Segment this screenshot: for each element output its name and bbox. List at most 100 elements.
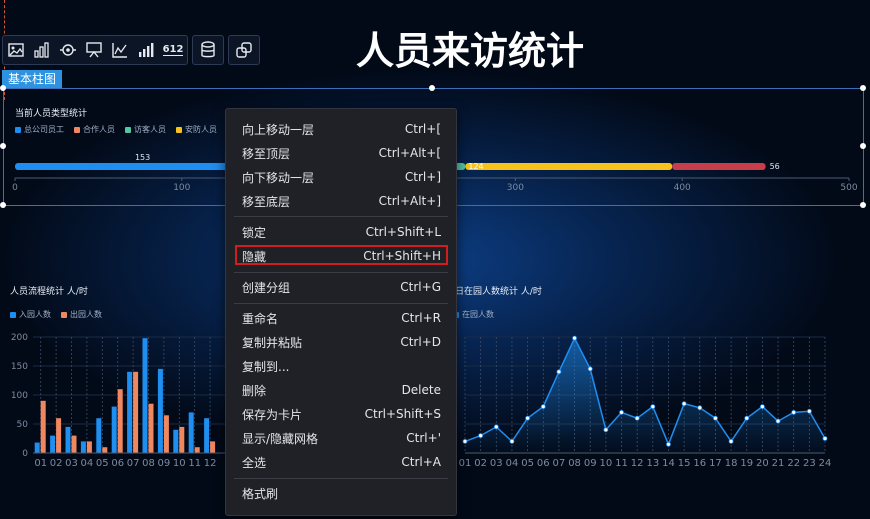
- bar: [157, 368, 163, 453]
- menu-item-shortcut: Ctrl+': [406, 431, 441, 445]
- x-tick-label: 24: [819, 458, 832, 469]
- data-point: [806, 408, 812, 414]
- x-tick-label: 12: [631, 458, 644, 469]
- left-chart-legend: 入园人数 出园人数: [10, 309, 112, 320]
- data-point: [556, 369, 562, 375]
- resize-handle-top[interactable]: [429, 85, 435, 91]
- menu-item-rename[interactable]: 重命名 Ctrl+R: [226, 307, 456, 329]
- legend-item[interactable]: 总公司员工: [15, 124, 64, 135]
- x-tick-label: 09: [158, 458, 171, 469]
- menu-item-save-as-card[interactable]: 保存为卡片 Ctrl+Shift+S: [226, 403, 456, 425]
- y-tick-label: 0: [22, 449, 28, 459]
- data-label: 56: [770, 162, 780, 171]
- x-tick-label: 11: [188, 458, 201, 469]
- menu-item-label: 锁定: [242, 225, 267, 240]
- resize-handle-top-left[interactable]: [0, 85, 6, 91]
- legend-item[interactable]: 出园人数: [61, 309, 102, 320]
- menu-item-lock[interactable]: 锁定 Ctrl+Shift+L: [226, 221, 456, 243]
- resize-handle-bottom-right[interactable]: [860, 202, 866, 208]
- legend-item[interactable]: 在园人数: [453, 309, 494, 320]
- x-tick-label: 20: [756, 458, 769, 469]
- legend-item[interactable]: 安防人员: [176, 124, 217, 135]
- data-point: [493, 424, 499, 430]
- x-tick-label: 02: [474, 458, 487, 469]
- x-tick-label: 0: [12, 183, 18, 193]
- x-tick-label: 02: [50, 458, 63, 469]
- bar: [56, 418, 62, 453]
- data-point: [572, 335, 577, 341]
- x-tick-label: 500: [840, 183, 857, 193]
- bar: [194, 447, 200, 453]
- left-grouped-bar-chart: 200 150 100 50 0 01 02 03 04 05 06 07 08 09 10 11 12: [11, 333, 240, 469]
- legend-item[interactable]: 入园人数: [10, 309, 51, 320]
- y-tick-label: 100: [11, 391, 28, 401]
- menu-item-duplicate[interactable]: 复制并粘贴 Ctrl+D: [226, 331, 456, 353]
- menu-item-label: 全选: [242, 455, 267, 470]
- right-line-chart: 01 02 03 04 05 06 07 08 09 10 11 12 13 14 15 16 17 18 19 20…: [459, 335, 832, 469]
- data-label: 153: [135, 153, 150, 162]
- data-label: 124: [468, 162, 483, 171]
- data-point: [697, 405, 703, 411]
- bar: [40, 400, 46, 453]
- menu-item-select-all[interactable]: 全选 Ctrl+A: [226, 451, 456, 473]
- legend-item[interactable]: 合作人员: [74, 124, 115, 135]
- menu-item-create-group[interactable]: 创建分组 Ctrl+G: [226, 276, 456, 298]
- resize-handle-top-right[interactable]: [860, 85, 866, 91]
- menu-item-shortcut: Ctrl+A: [401, 455, 441, 469]
- bar: [65, 426, 71, 453]
- menu-item-shortcut: Ctrl+Shift+S: [364, 407, 441, 421]
- legend-label: 出园人数: [70, 310, 102, 319]
- x-tick-label: 10: [173, 458, 186, 469]
- menu-separator: [234, 216, 448, 217]
- menu-item-shortcut: Ctrl+Shift+L: [365, 225, 441, 239]
- legend-swatch: [74, 126, 80, 133]
- page-title: 人员来访统计: [355, 29, 584, 73]
- bar: [111, 406, 117, 453]
- data-point: [587, 366, 593, 372]
- x-tick-label: 17: [709, 458, 722, 469]
- menu-item-toggle-grid[interactable]: 显示/隐藏网格 Ctrl+': [226, 427, 456, 449]
- data-point: [744, 415, 750, 421]
- selected-component-tag: 基本柱图: [2, 70, 63, 88]
- menu-item-label: 移至底层: [242, 194, 291, 209]
- menu-separator: [234, 272, 448, 273]
- x-tick-label: 100: [173, 183, 190, 193]
- y-tick-label: 50: [17, 420, 29, 430]
- x-tick-label: 12: [204, 458, 217, 469]
- data-point: [791, 410, 797, 415]
- menu-item-label: 移至顶层: [242, 146, 291, 161]
- legend-item[interactable]: 访客人员: [125, 124, 166, 135]
- menu-item-format-painter[interactable]: 格式刷: [226, 482, 456, 504]
- x-tick-label: 08: [568, 458, 581, 469]
- menu-item-label: 向下移动一层: [242, 170, 315, 185]
- resize-handle-bottom-left[interactable]: [0, 202, 6, 208]
- x-tick-label: 21: [772, 458, 785, 469]
- data-point: [775, 418, 781, 424]
- bar: [133, 371, 139, 453]
- menu-item-copy-to[interactable]: 复制到...: [226, 355, 456, 377]
- right-chart-title: 日在园人数统计 人/时: [455, 287, 542, 297]
- menu-item-move-up[interactable]: 向上移动一层 Ctrl+[: [226, 118, 456, 140]
- left-chart-title: 人员流程统计 人/时: [10, 287, 88, 297]
- x-tick-label: 22: [787, 458, 800, 469]
- top-chart-legend: 总公司员工 合作人员 访客人员 安防人员: [15, 124, 227, 135]
- stacked-bar-segment: [672, 163, 766, 170]
- data-point: [603, 427, 609, 433]
- x-tick-label: 04: [81, 458, 94, 469]
- menu-item-label: 保存为卡片: [242, 407, 303, 422]
- y-tick-label: 200: [11, 333, 28, 343]
- bar: [204, 418, 210, 453]
- menu-item-label: 复制并粘贴: [242, 335, 303, 350]
- menu-item-move-to-bottom[interactable]: 移至底层 Ctrl+Alt+]: [226, 190, 456, 212]
- menu-item-move-to-top[interactable]: 移至顶层 Ctrl+Alt+[: [226, 142, 456, 164]
- menu-item-shortcut: Ctrl+[: [404, 122, 441, 136]
- bar: [142, 338, 148, 453]
- menu-item-move-down[interactable]: 向下移动一层 Ctrl+]: [226, 166, 456, 188]
- data-point: [509, 439, 515, 444]
- data-point: [759, 404, 765, 409]
- legend-swatch: [15, 126, 21, 133]
- data-point: [619, 410, 624, 415]
- menu-item-delete[interactable]: 删除 Delete: [226, 379, 456, 401]
- x-tick-label: 300: [507, 183, 524, 193]
- x-tick-label: 16: [693, 458, 706, 469]
